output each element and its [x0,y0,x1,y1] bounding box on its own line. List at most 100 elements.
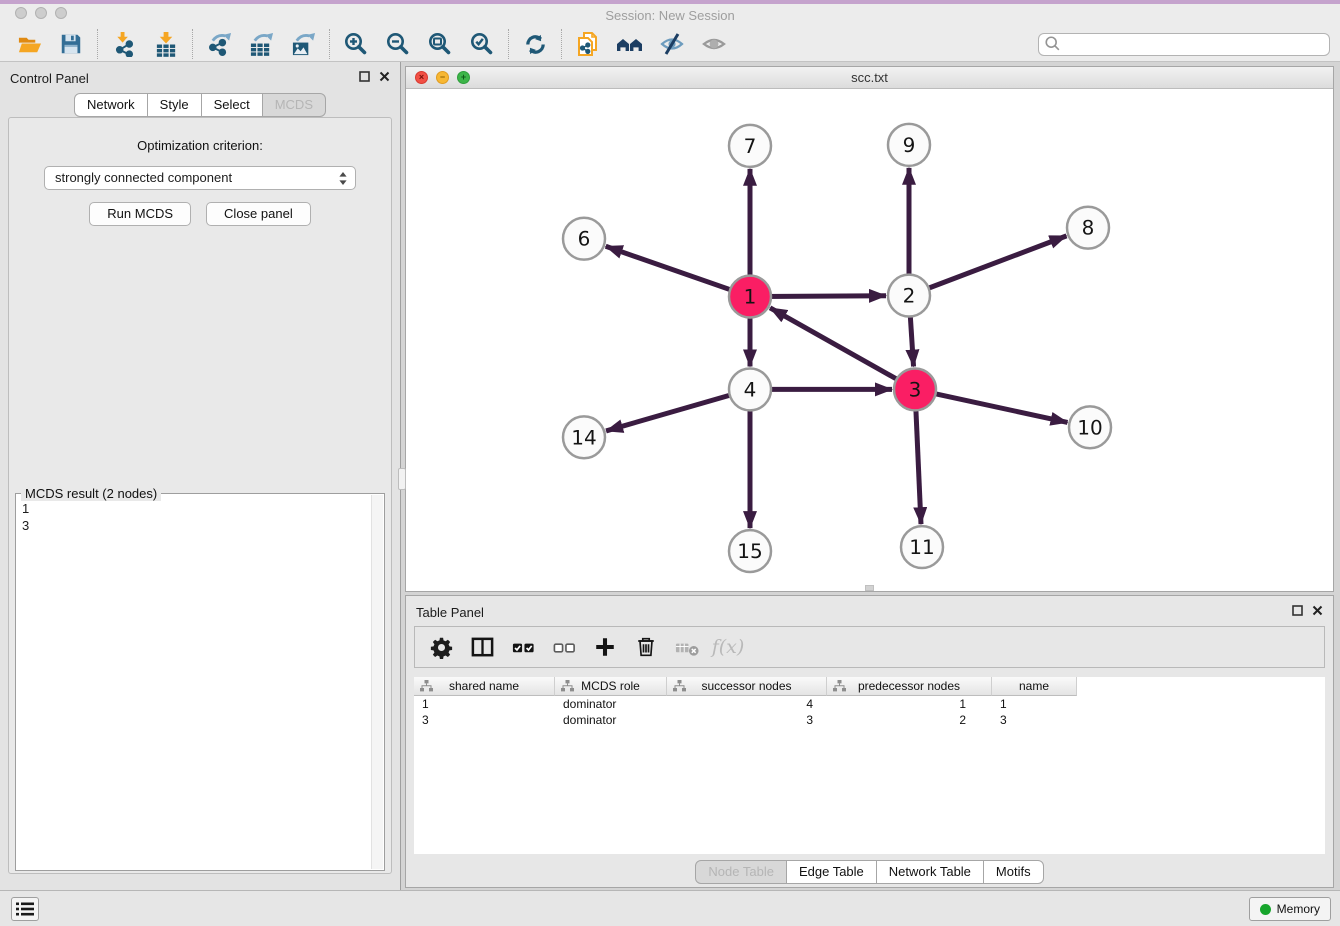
delete-row-button[interactable] [632,633,660,661]
graph-node-10[interactable]: 10 [1069,406,1111,448]
save-session-button[interactable] [56,29,86,59]
graph-node-1[interactable]: 1 [729,276,771,318]
tab-edge-table[interactable]: Edge Table [786,860,877,884]
table-cell[interactable]: 3 [667,712,827,728]
open-session-button[interactable] [14,29,44,59]
traffic-light-maximize[interactable] [55,7,67,19]
table-cell[interactable]: 1 [992,696,1077,712]
run-mcds-button[interactable]: Run MCDS [89,202,191,226]
canvas-resize-grip[interactable] [865,585,874,591]
table-cell[interactable]: 2 [827,712,992,728]
tab-style[interactable]: Style [147,93,202,117]
zoom-fit-button[interactable] [425,29,455,59]
graph-node-7[interactable]: 7 [729,125,771,167]
panel-divider-grip[interactable] [398,468,406,490]
column-header-name[interactable]: name [992,677,1077,696]
delete-column-button[interactable] [673,633,701,661]
function-builder-button[interactable]: f(x) [714,633,742,661]
traffic-light-close[interactable] [15,7,27,19]
tab-network[interactable]: Network [74,93,148,117]
tab-node-table[interactable]: Node Table [695,860,787,884]
table-cell[interactable]: 4 [667,696,827,712]
graph-node-15[interactable]: 15 [729,530,771,572]
hide-details-button[interactable] [657,29,687,59]
criterion-dropdown[interactable]: strongly connected component [44,166,356,190]
graph-node-11[interactable]: 11 [901,526,943,568]
column-header-successor-nodes[interactable]: successor nodes [667,677,827,696]
close-icon[interactable] [1312,605,1323,616]
clone-network-button[interactable] [573,29,603,59]
mcds-result-list[interactable]: 13 [16,496,370,870]
table-cell[interactable]: dominator [555,712,667,728]
column-header-predecessor-nodes[interactable]: predecessor nodes [827,677,992,696]
zoom-out-button[interactable] [383,29,413,59]
network-close-button[interactable]: × [415,71,428,84]
graph-edge-3-10[interactable] [923,391,1068,422]
select-all-button[interactable] [509,633,537,661]
search-icon [1044,35,1062,53]
close-icon[interactable] [379,71,390,82]
table-row[interactable]: 1dominator411 [414,696,1325,712]
svg-text:15: 15 [737,539,762,563]
task-history-button[interactable] [11,897,39,921]
import-table-icon [154,32,179,57]
mcds-result-item[interactable]: 3 [22,517,370,534]
network-canvas[interactable]: 7 9 6 8 1 2 4 3 14 10 15 11 [406,89,1333,591]
graph-edge-3-11[interactable] [915,397,921,524]
float-icon[interactable] [1292,605,1303,616]
graph-node-8[interactable]: 8 [1067,207,1109,249]
window-title: Session: New Session [0,8,1340,23]
tab-motifs[interactable]: Motifs [983,860,1044,884]
graph-node-9[interactable]: 9 [888,124,930,166]
graph-edge-3-1[interactable] [770,308,908,386]
table-row[interactable]: 3dominator323 [414,712,1325,728]
add-row-button[interactable] [591,633,619,661]
graph-node-3[interactable]: 3 [894,368,936,410]
main-toolbar [0,27,1340,62]
export-network-button[interactable] [204,29,234,59]
graph-node-4[interactable]: 4 [729,368,771,410]
graph-edge-1-2[interactable] [758,296,886,297]
import-network-button[interactable] [109,29,139,59]
graph-node-14[interactable]: 14 [563,416,605,458]
fx-icon: f(x) [712,636,745,658]
graph-edge-2-8[interactable] [916,236,1066,293]
birds-eye-button[interactable] [699,29,729,59]
column-layout-button[interactable] [468,633,496,661]
open-folder-icon [17,32,42,57]
table-cell[interactable]: 1 [414,696,555,712]
graph-edge-4-14[interactable] [606,392,742,431]
search-input[interactable] [1062,35,1329,54]
column-header-shared-name[interactable]: shared name [414,677,555,696]
float-icon[interactable] [359,71,370,82]
table-cell[interactable]: 3 [414,712,555,728]
column-header-mcds-role[interactable]: MCDS role [555,677,667,696]
graph-node-6[interactable]: 6 [563,218,605,260]
export-image-button[interactable] [288,29,318,59]
table-cell[interactable]: 3 [992,712,1077,728]
export-table-button[interactable] [246,29,276,59]
graph-node-2[interactable]: 2 [888,275,930,317]
close-panel-button[interactable]: Close panel [206,202,311,226]
table-cell[interactable]: dominator [555,696,667,712]
zoom-in-button[interactable] [341,29,371,59]
tab-select[interactable]: Select [201,93,263,117]
graph-edge-1-6[interactable] [606,246,743,294]
tab-network-table[interactable]: Network Table [876,860,984,884]
checked-boxes-icon [511,635,536,660]
mcds-result-item[interactable]: 1 [22,500,370,517]
network-minimize-button[interactable]: − [436,71,449,84]
memory-button[interactable]: Memory [1249,897,1331,921]
table-settings-button[interactable] [427,633,455,661]
import-table-button[interactable] [151,29,181,59]
refresh-button[interactable] [520,29,550,59]
table-cell[interactable]: 1 [827,696,992,712]
tab-mcds[interactable]: MCDS [262,93,326,117]
deselect-all-button[interactable] [550,633,578,661]
result-scrollbar[interactable] [371,495,383,869]
traffic-light-minimize[interactable] [35,7,47,19]
zoom-selected-button[interactable] [467,29,497,59]
home-button[interactable] [615,29,645,59]
network-maximize-button[interactable]: + [457,71,470,84]
network-window-titlebar[interactable]: × − + scc.txt [406,67,1333,89]
